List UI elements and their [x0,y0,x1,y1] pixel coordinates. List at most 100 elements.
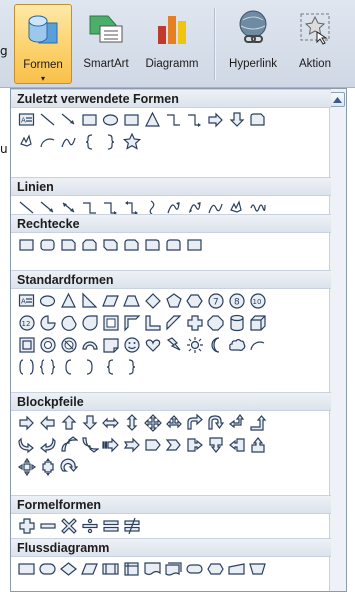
left-up-icon[interactable] [227,413,246,432]
right-triangle-icon[interactable] [80,291,99,310]
triangle-icon[interactable] [59,291,78,310]
manual-input-icon[interactable] [227,559,246,578]
divide-icon[interactable] [80,516,99,535]
parallelogram-icon[interactable] [101,291,120,310]
num7-icon[interactable]: 7 [206,291,225,310]
elbow-icon[interactable] [164,110,183,129]
textbox-icon[interactable]: A [17,110,36,129]
trapezoid-icon[interactable] [122,291,141,310]
arc-icon[interactable] [38,132,57,151]
half-frame-icon[interactable] [122,313,141,332]
brace-pair-icon[interactable] [38,357,57,376]
round-snip-icon[interactable] [122,235,141,254]
equal-icon[interactable] [101,516,120,535]
terminator-icon[interactable] [38,559,57,578]
pie-icon[interactable] [38,313,57,332]
cloud-icon[interactable] [227,335,246,354]
arrow-lr-icon[interactable] [101,413,120,432]
heart-icon[interactable] [143,335,162,354]
arrow-down-icon[interactable] [80,413,99,432]
triangle-icon[interactable] [143,110,162,129]
hyperlink-button[interactable]: Hyperlink [220,4,286,84]
diamond-icon[interactable] [143,291,162,310]
chord-icon[interactable] [59,313,78,332]
snip2-rect-icon[interactable] [80,235,99,254]
striped-right-icon[interactable] [101,435,120,454]
predefined-icon[interactable] [101,559,120,578]
octagon-icon[interactable] [206,313,225,332]
brace-left-icon[interactable] [80,132,99,151]
brace-right-icon[interactable] [122,357,141,376]
round-rect-icon[interactable] [38,235,57,254]
block-arc-icon[interactable] [80,335,99,354]
decision-icon[interactable] [59,559,78,578]
num10-icon[interactable]: 10 [248,291,267,310]
smiley-icon[interactable] [122,335,141,354]
minus-icon[interactable] [38,516,57,535]
circular-arrow-icon[interactable] [59,457,78,476]
curve-icon[interactable] [59,132,78,151]
lightning-icon[interactable] [164,335,183,354]
arrow-down-icon[interactable] [227,110,246,129]
bent-up-icon[interactable] [248,413,267,432]
bracket-left-icon[interactable] [59,357,78,376]
line-icon[interactable] [38,110,57,129]
can-icon[interactable] [227,313,246,332]
arrow-up-icon[interactable] [59,413,78,432]
notched-right-icon[interactable] [122,435,141,454]
data-icon[interactable] [80,559,99,578]
num12-icon[interactable]: 12 [17,313,36,332]
manual-op-icon[interactable] [248,559,267,578]
curved-down-icon[interactable] [80,435,99,454]
oval-icon[interactable] [38,291,57,310]
donut-icon[interactable] [38,335,57,354]
callout-right-icon[interactable] [185,435,204,454]
frame-icon[interactable] [101,313,120,332]
brace-right-icon[interactable] [101,132,120,151]
smartart-button[interactable]: SmartArt [75,4,137,84]
arc-icon[interactable] [248,335,267,354]
moon-icon[interactable] [206,335,225,354]
sun-icon[interactable] [185,335,204,354]
round-rect3-icon[interactable] [164,235,183,254]
multiply-icon[interactable] [59,516,78,535]
cube-icon[interactable] [248,313,267,332]
arrow-line-icon[interactable] [59,110,78,129]
shapes-button[interactable]: Formen ▾ [14,4,72,84]
num8-icon[interactable]: 8 [227,291,246,310]
u-turn-icon[interactable] [206,413,225,432]
pentagon-arrow-icon[interactable] [143,435,162,454]
action-button[interactable]: Aktion [290,4,340,84]
arrow-ud-icon[interactable] [122,413,141,432]
chart-button[interactable]: Diagramm [138,4,206,84]
cross-icon[interactable] [185,313,204,332]
curved-left-icon[interactable] [38,435,57,454]
internal-icon[interactable] [122,559,141,578]
bent-arrow-icon[interactable] [185,413,204,432]
freeform-icon[interactable] [17,132,36,151]
bracket-pair-icon[interactable] [17,357,36,376]
arrow-right-icon[interactable] [206,110,225,129]
callout-left-icon[interactable] [227,435,246,454]
scroll-up-button[interactable] [330,92,345,107]
star-icon[interactable] [122,132,141,151]
scrollbar[interactable] [329,89,346,591]
terminator2-icon[interactable] [185,559,204,578]
callout-up-icon[interactable] [248,435,267,454]
pentagon-icon[interactable] [164,291,183,310]
snip-icon[interactable] [248,110,267,129]
rect-icon[interactable] [80,110,99,129]
process-icon[interactable] [17,559,36,578]
chevron-icon[interactable] [164,435,183,454]
snip3-rect-icon[interactable] [101,235,120,254]
diag-stripe-icon[interactable] [164,313,183,332]
quad-callout-icon[interactable] [38,457,57,476]
document-icon[interactable] [143,559,162,578]
l-shape-icon[interactable] [143,313,162,332]
hexagon-icon[interactable] [185,291,204,310]
plus-icon[interactable] [17,516,36,535]
no-symbol-icon[interactable] [59,335,78,354]
prep-icon[interactable] [206,559,225,578]
multidoc-icon[interactable] [164,559,183,578]
brace-left-icon[interactable] [101,357,120,376]
